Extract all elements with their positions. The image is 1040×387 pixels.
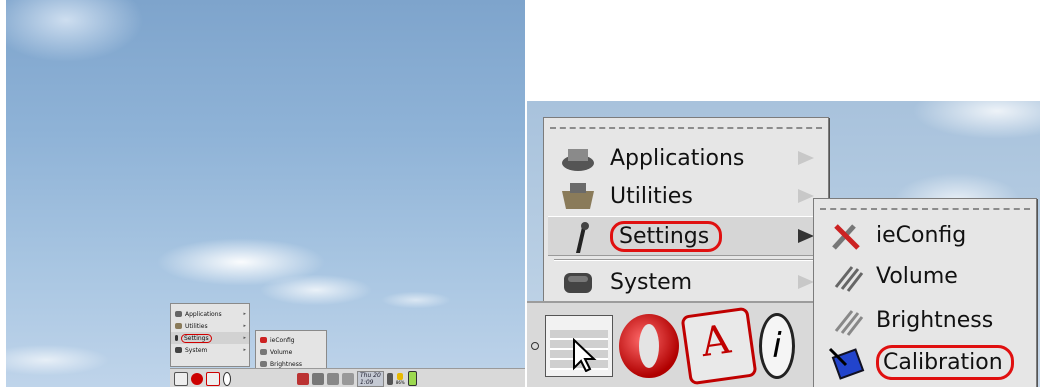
settings-icon <box>175 335 178 341</box>
menu-item-settings[interactable]: Settings <box>548 216 824 256</box>
main-menu: Applications Utilities Settings System <box>543 117 829 304</box>
battery-icon <box>397 372 404 380</box>
acrobat-icon[interactable]: A <box>680 306 758 386</box>
arrow-right-icon <box>798 189 814 203</box>
screenshot-zoom: Applications Utilities Settings System A… <box>527 101 1040 387</box>
ieconfig-icon <box>828 220 868 250</box>
info-icon[interactable]: i <box>759 313 795 379</box>
signal-icon[interactable] <box>386 372 393 385</box>
tray-dot-icon[interactable] <box>531 342 539 350</box>
applications-icon <box>558 143 598 173</box>
opera-icon[interactable] <box>191 372 203 385</box>
mini-submenu-item-ieconfig[interactable]: ieConfig <box>256 334 326 346</box>
opera-icon[interactable] <box>619 314 679 378</box>
mini-menu-item-system[interactable]: System ▸ <box>171 344 249 356</box>
arrow-right-icon: ▸ <box>243 323 246 329</box>
acrobat-icon[interactable] <box>206 371 220 386</box>
mini-main-menu: Applications ▸ Utilities ▸ Settings ▸ Sy… <box>170 303 250 367</box>
tearoff-line[interactable] <box>820 208 1030 210</box>
arrow-right-icon: ▸ <box>243 311 246 317</box>
mini-menu-item-settings[interactable]: Settings ▸ <box>171 332 249 344</box>
arrow-right-icon <box>798 229 814 243</box>
arrow-right-icon <box>798 151 814 165</box>
tearoff-line[interactable] <box>550 127 822 129</box>
submenu-item-ieconfig[interactable]: ieConfig <box>818 214 1032 256</box>
brightness-tray-icon[interactable] <box>327 372 339 385</box>
utilities-icon <box>558 181 598 211</box>
green-battery-icon[interactable] <box>407 371 417 386</box>
menu-item-utilities[interactable]: Utilities <box>548 176 824 216</box>
settings-submenu: ieConfig Volume Brightness Calibration <box>813 198 1037 387</box>
mini-submenu-item-volume[interactable]: Volume <box>256 346 326 358</box>
mini-taskbar: Thu 20 1:09 86% <box>170 368 525 387</box>
utilities-icon <box>175 323 182 329</box>
clock[interactable]: Thu 20 1:09 <box>357 370 384 387</box>
taskbar: A i <box>527 301 821 387</box>
start-menu-icon[interactable] <box>545 315 613 377</box>
system-icon <box>558 267 598 297</box>
info-icon[interactable] <box>223 371 231 386</box>
calibration-icon <box>828 347 868 380</box>
mini-menu-item-utilities[interactable]: Utilities ▸ <box>171 320 249 332</box>
menu-item-applications[interactable]: Applications <box>548 138 824 178</box>
ieconfig-icon <box>260 337 267 343</box>
menu-item-system[interactable]: System <box>548 262 824 302</box>
arrow-right-icon: ▸ <box>243 347 246 353</box>
submenu-item-calibration[interactable]: Calibration <box>818 341 1032 383</box>
mini-menu-item-applications[interactable]: Applications ▸ <box>171 308 249 320</box>
screenshot-full: Applications ▸ Utilities ▸ Settings ▸ Sy… <box>6 0 525 387</box>
brightness-icon <box>828 305 868 336</box>
submenu-item-brightness[interactable]: Brightness <box>818 299 1032 341</box>
volume-icon <box>828 261 868 292</box>
display-tray-icon[interactable] <box>342 372 354 385</box>
settings-icon <box>558 221 598 253</box>
volume-tray-icon[interactable] <box>312 372 324 385</box>
separator <box>554 259 818 261</box>
start-menu-icon[interactable] <box>174 371 188 386</box>
arrow-right-icon: ▸ <box>243 335 246 341</box>
system-icon <box>175 347 182 353</box>
arrow-right-icon <box>798 275 814 289</box>
submenu-item-volume[interactable]: Volume <box>818 255 1032 297</box>
applications-icon <box>175 311 182 317</box>
volume-icon <box>260 349 267 355</box>
tools-icon[interactable] <box>297 372 309 385</box>
battery-indicator[interactable]: 86% <box>396 372 405 385</box>
brightness-icon <box>260 361 267 367</box>
